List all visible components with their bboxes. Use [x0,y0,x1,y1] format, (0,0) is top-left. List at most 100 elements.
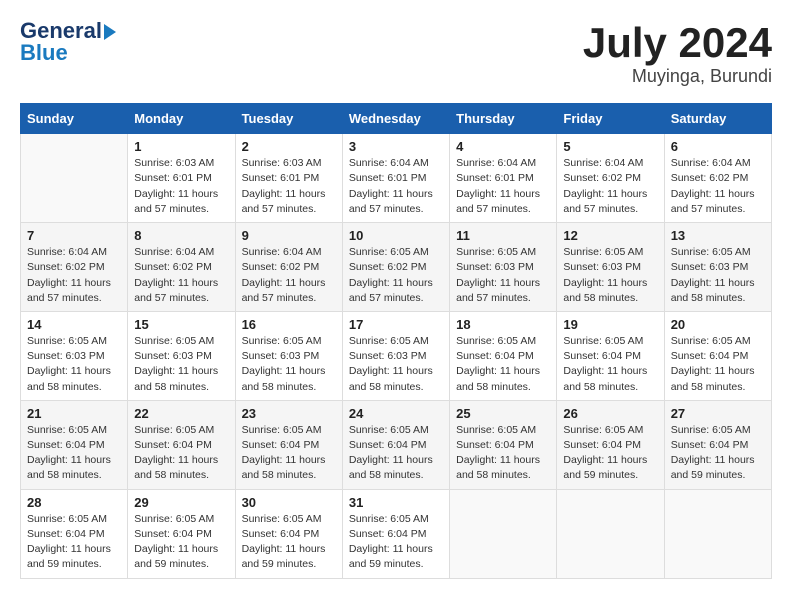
weekday-header-saturday: Saturday [664,104,771,134]
calendar-cell: 14 Sunrise: 6:05 AMSunset: 6:03 PMDayligh… [21,311,128,400]
day-number: 24 [349,406,443,421]
calendar-cell: 4 Sunrise: 6:04 AMSunset: 6:01 PMDaylight… [450,134,557,223]
calendar-cell: 28Sunrise: 6:05 AMSunset: 6:04 PMDayligh… [21,489,128,578]
day-info: Sunrise: 6:05 AMSunset: 6:03 PMDaylight:… [456,245,550,306]
title-section: July 2024 Muyinga, Burundi [583,20,772,87]
calendar-table: SundayMondayTuesdayWednesdayThursdayFrid… [20,103,772,578]
day-info: Sunrise: 6:05 AMSunset: 6:04 PMDaylight:… [134,512,228,573]
logo-text: General [20,20,118,42]
calendar-cell [664,489,771,578]
day-info: Sunrise: 6:05 AMSunset: 6:03 PMDaylight:… [349,334,443,395]
calendar-cell: 26 Sunrise: 6:05 AMSunset: 6:04 PMDayligh… [557,400,664,489]
calendar-cell: 9 Sunrise: 6:04 AMSunset: 6:02 PMDaylight… [235,223,342,312]
page-header: General Blue July 2024 Muyinga, Burundi [20,20,772,87]
day-info: Sunrise: 6:04 AMSunset: 6:02 PMDaylight:… [242,245,336,306]
day-number: 13 [671,228,765,243]
calendar-cell: 23Sunrise: 6:05 AMSunset: 6:04 PMDayligh… [235,400,342,489]
day-number: 12 [563,228,657,243]
calendar-cell: 18 Sunrise: 6:05 AMSunset: 6:04 PMDayligh… [450,311,557,400]
calendar-header-row: SundayMondayTuesdayWednesdayThursdayFrid… [21,104,772,134]
day-number: 27 [671,406,765,421]
logo: General Blue [20,20,118,65]
calendar-cell: 31 Sunrise: 6:05 AMSunset: 6:04 PMDayligh… [342,489,449,578]
calendar-cell: 5 Sunrise: 6:04 AMSunset: 6:02 PMDaylight… [557,134,664,223]
calendar-cell: 29Sunrise: 6:05 AMSunset: 6:04 PMDayligh… [128,489,235,578]
day-info: Sunrise: 6:03 AMSunset: 6:01 PMDaylight:… [242,156,336,217]
day-info: Sunrise: 6:04 AMSunset: 6:02 PMDaylight:… [563,156,657,217]
day-info: Sunrise: 6:05 AMSunset: 6:04 PMDaylight:… [671,423,765,484]
day-info: Sunrise: 6:05 AMSunset: 6:04 PMDaylight:… [349,423,443,484]
calendar-week-row: 28 Sunrise: 6:05 AMSunset: 6:04 PMDayligh… [21,489,772,578]
day-info: Sunrise: 6:05 AMSunset: 6:03 PMDaylight:… [563,245,657,306]
day-number: 25 [456,406,550,421]
day-number: 23 [242,406,336,421]
day-info: Sunrise: 6:05 AMSunset: 6:03 PMDaylight:… [27,334,121,395]
day-number: 11 [456,228,550,243]
day-number: 4 [456,139,550,154]
calendar-week-row: 7Sunrise: 6:04 AMSunset: 6:02 PMDaylight… [21,223,772,312]
day-info: Sunrise: 6:04 AMSunset: 6:02 PMDaylight:… [134,245,228,306]
day-number: 18 [456,317,550,332]
calendar-cell: 12 Sunrise: 6:05 AMSunset: 6:03 PMDayligh… [557,223,664,312]
day-info: Sunrise: 6:05 AMSunset: 6:04 PMDaylight:… [563,423,657,484]
day-number: 30 [242,495,336,510]
day-number: 22 [134,406,228,421]
day-number: 31 [349,495,443,510]
calendar-cell: 8 Sunrise: 6:04 AMSunset: 6:02 PMDaylight… [128,223,235,312]
day-number: 8 [134,228,228,243]
calendar-cell: 15Sunrise: 6:05 AMSunset: 6:03 PMDayligh… [128,311,235,400]
day-info: Sunrise: 6:05 AMSunset: 6:03 PMDaylight:… [671,245,765,306]
calendar-cell [450,489,557,578]
day-number: 16 [242,317,336,332]
calendar-cell [21,134,128,223]
calendar-cell: 24 Sunrise: 6:05 AMSunset: 6:04 PMDayligh… [342,400,449,489]
weekday-header-monday: Monday [128,104,235,134]
day-info: Sunrise: 6:05 AMSunset: 6:03 PMDaylight:… [134,334,228,395]
day-number: 3 [349,139,443,154]
calendar-cell: 20 Sunrise: 6:05 AMSunset: 6:04 PMDayligh… [664,311,771,400]
day-number: 17 [349,317,443,332]
day-info: Sunrise: 6:05 AMSunset: 6:04 PMDaylight:… [134,423,228,484]
day-info: Sunrise: 6:04 AMSunset: 6:01 PMDaylight:… [349,156,443,217]
calendar-cell [557,489,664,578]
day-info: Sunrise: 6:03 AMSunset: 6:01 PMDaylight:… [134,156,228,217]
day-number: 28 [27,495,121,510]
calendar-week-row: 21 Sunrise: 6:05 AMSunset: 6:04 PMDayligh… [21,400,772,489]
day-number: 21 [27,406,121,421]
weekday-header-thursday: Thursday [450,104,557,134]
day-info: Sunrise: 6:05 AMSunset: 6:02 PMDaylight:… [349,245,443,306]
day-info: Sunrise: 6:04 AMSunset: 6:02 PMDaylight:… [671,156,765,217]
calendar-cell: 25 Sunrise: 6:05 AMSunset: 6:04 PMDayligh… [450,400,557,489]
weekday-header-tuesday: Tuesday [235,104,342,134]
weekday-header-sunday: Sunday [21,104,128,134]
day-info: Sunrise: 6:05 AMSunset: 6:04 PMDaylight:… [456,423,550,484]
calendar-cell: 22 Sunrise: 6:05 AMSunset: 6:04 PMDayligh… [128,400,235,489]
calendar-cell: 27 Sunrise: 6:05 AMSunset: 6:04 PMDayligh… [664,400,771,489]
calendar-cell: 19 Sunrise: 6:05 AMSunset: 6:04 PMDayligh… [557,311,664,400]
day-info: Sunrise: 6:05 AMSunset: 6:04 PMDaylight:… [456,334,550,395]
calendar-cell: 30 Sunrise: 6:05 AMSunset: 6:04 PMDayligh… [235,489,342,578]
day-number: 26 [563,406,657,421]
calendar-cell: 10 Sunrise: 6:05 AMSunset: 6:02 PMDayligh… [342,223,449,312]
day-info: Sunrise: 6:05 AMSunset: 6:03 PMDaylight:… [242,334,336,395]
location-subtitle: Muyinga, Burundi [583,66,772,87]
day-number: 10 [349,228,443,243]
calendar-cell: 6 Sunrise: 6:04 AMSunset: 6:02 PMDaylight… [664,134,771,223]
day-number: 1 [134,139,228,154]
weekday-header-friday: Friday [557,104,664,134]
day-number: 14 [27,317,121,332]
month-title: July 2024 [583,20,772,66]
day-number: 6 [671,139,765,154]
day-info: Sunrise: 6:05 AMSunset: 6:04 PMDaylight:… [27,423,121,484]
day-number: 19 [563,317,657,332]
day-info: Sunrise: 6:05 AMSunset: 6:04 PMDaylight:… [242,512,336,573]
day-number: 9 [242,228,336,243]
day-info: Sunrise: 6:05 AMSunset: 6:04 PMDaylight:… [671,334,765,395]
day-number: 20 [671,317,765,332]
day-info: Sunrise: 6:05 AMSunset: 6:04 PMDaylight:… [563,334,657,395]
calendar-cell: 16 Sunrise: 6:05 AMSunset: 6:03 PMDayligh… [235,311,342,400]
day-number: 5 [563,139,657,154]
calendar-week-row: 14 Sunrise: 6:05 AMSunset: 6:03 PMDayligh… [21,311,772,400]
day-info: Sunrise: 6:05 AMSunset: 6:04 PMDaylight:… [349,512,443,573]
day-info: Sunrise: 6:04 AMSunset: 6:01 PMDaylight:… [456,156,550,217]
